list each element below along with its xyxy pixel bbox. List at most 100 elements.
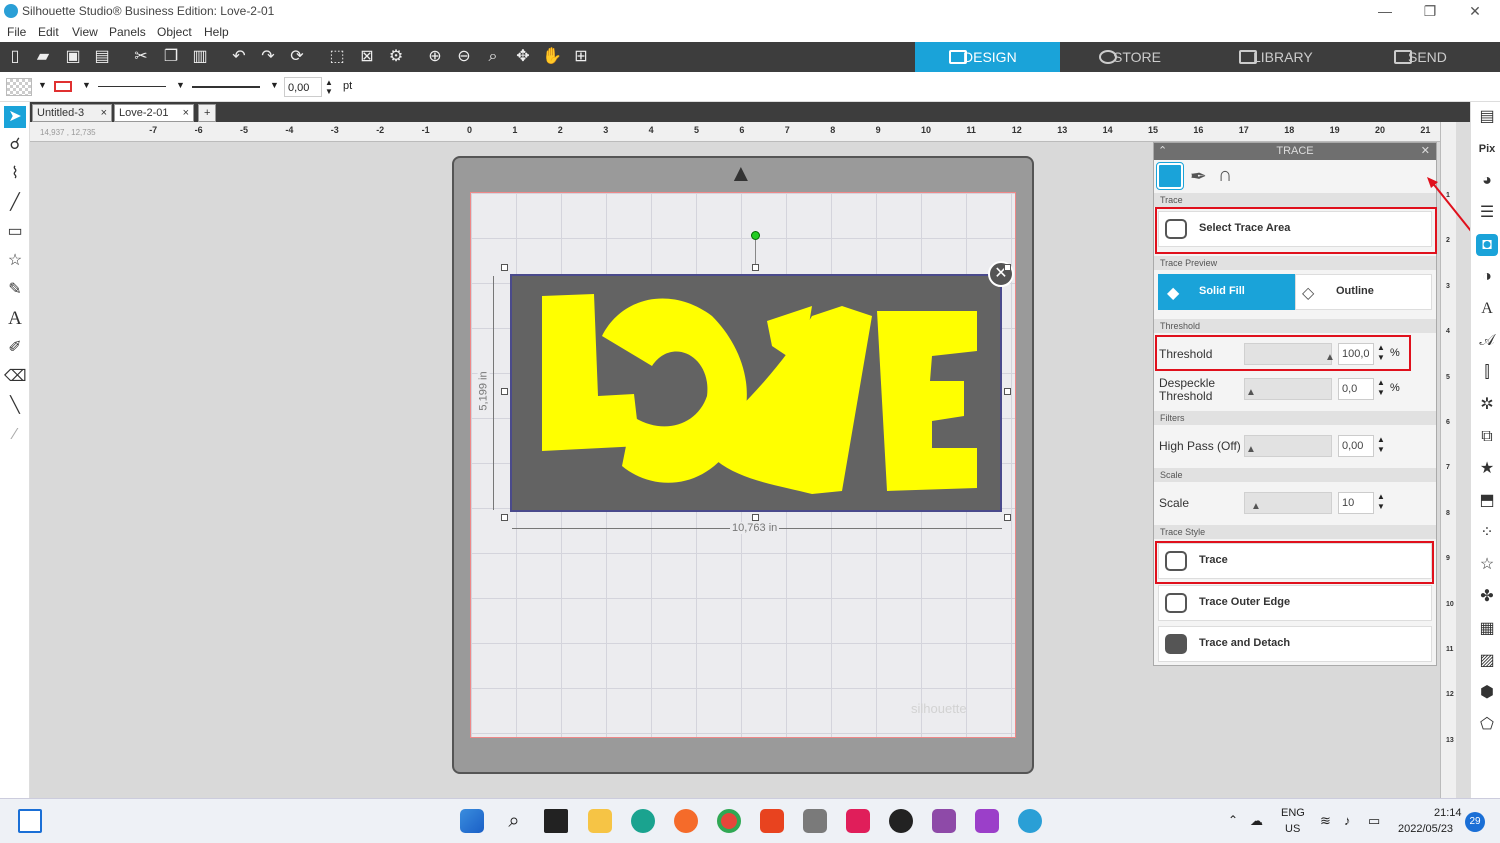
resize-handle[interactable] [752, 264, 759, 271]
hatch-icon[interactable]: ▨ [1476, 650, 1498, 672]
traced-image[interactable]: LOVE [510, 274, 1002, 512]
eraser-icon[interactable]: ⌫ [4, 366, 27, 388]
menu-file[interactable]: File [7, 25, 26, 39]
doc-tab-untitled-3[interactable]: Untitled-3 × [32, 104, 112, 122]
line-style-icon[interactable]: ☰ [1476, 202, 1498, 224]
align-icon[interactable]: ⫿ [1476, 362, 1498, 384]
silhouette-taskbar-icon[interactable] [1018, 809, 1042, 833]
knife-cut-icon[interactable]: ╲ [4, 395, 26, 417]
doc-tab-love-2-01[interactable]: Love-2-01 × [114, 104, 194, 122]
menu-view[interactable]: View [72, 25, 98, 39]
tab-store[interactable]: STORE [1065, 42, 1210, 72]
photos-icon[interactable] [932, 809, 956, 833]
pixscan-icon[interactable]: Pix [1476, 138, 1498, 160]
edit-points-icon[interactable]: ☌ [4, 134, 26, 156]
despeckle-input[interactable]: 0,0 [1338, 378, 1374, 400]
close-tab-icon[interactable]: × [183, 105, 189, 121]
slider-thumb[interactable]: ▲ [1246, 387, 1256, 398]
offset-icon[interactable]: ★ [1476, 458, 1498, 480]
add-tab-button[interactable]: + [198, 104, 216, 122]
line-color-swatch[interactable] [54, 81, 72, 92]
resize-handle[interactable] [1004, 514, 1011, 521]
clock-time[interactable]: 21:14 [1434, 807, 1462, 819]
line-weight-preview[interactable] [192, 86, 260, 88]
restore-button[interactable]: ❐ [1415, 2, 1445, 20]
close-tab-icon[interactable]: × [101, 105, 107, 121]
redo-icon[interactable]: ↷ [257, 47, 279, 67]
calculator-icon[interactable] [803, 809, 827, 833]
menu-edit[interactable]: Edit [38, 25, 59, 39]
stepper-icon[interactable]: ▲ ▼ [1377, 492, 1385, 512]
zoom-in-icon[interactable]: ⊕ [424, 47, 446, 67]
drag-view-icon[interactable]: ✥ [512, 47, 534, 67]
line-tool-icon[interactable]: ╱ [4, 192, 26, 214]
chevron-down-icon[interactable]: ▼ [176, 80, 185, 90]
rhinestone-icon[interactable]: ⁘ [1476, 522, 1498, 544]
high-pass-slider[interactable]: ▲ [1244, 435, 1332, 457]
trace-mode-icon[interactable] [1156, 162, 1184, 190]
line-style-preview[interactable] [98, 86, 166, 87]
resize-handle[interactable] [501, 388, 508, 395]
polygon-tool-icon[interactable]: ☆ [4, 250, 26, 272]
pointer-icon[interactable]: ➤ [4, 106, 26, 128]
print-icon[interactable]: ▤ [91, 47, 113, 67]
preview-solid-fill-button[interactable]: ◆ Solid Fill [1158, 274, 1295, 310]
widgets-icon[interactable] [18, 809, 42, 833]
eyedropper-trace-icon[interactable]: ✒ [1190, 164, 1207, 189]
slider-thumb[interactable]: ▲ [1251, 501, 1261, 512]
menu-help[interactable]: Help [204, 25, 229, 39]
redraw-icon[interactable]: ⟳ [286, 47, 308, 67]
magnet-trace-icon[interactable]: ∩ [1218, 164, 1232, 187]
line-width-input[interactable]: 0,00 [284, 77, 322, 97]
offset-star-icon[interactable]: ☆ [1476, 554, 1498, 576]
menu-panels[interactable]: Panels [109, 25, 146, 39]
save-icon[interactable]: ▣ [62, 47, 84, 67]
resize-handle[interactable] [752, 514, 759, 521]
stepper-icon[interactable]: ▲ ▼ [325, 78, 333, 96]
undo-icon[interactable]: ↶ [228, 47, 250, 67]
scale-slider[interactable]: ▲ [1244, 492, 1332, 514]
open-folder-icon[interactable]: ▰ [32, 47, 54, 67]
collapse-icon[interactable]: ⌃ [1158, 143, 1167, 160]
stepper-icon[interactable]: ▲ ▼ [1377, 435, 1385, 455]
knife-icon[interactable]: ⌇ [4, 163, 26, 185]
eyedropper-icon[interactable]: ⁄ [4, 424, 26, 446]
close-button[interactable]: ✕ [1460, 2, 1490, 20]
resize-handle[interactable] [501, 514, 508, 521]
tray-chevron-icon[interactable]: ⌃ [1228, 813, 1238, 827]
new-file-icon[interactable]: ▯ [4, 47, 26, 67]
cut-icon[interactable]: ✂ [130, 47, 152, 67]
windows-start-icon[interactable] [460, 809, 484, 833]
affinity-icon[interactable] [975, 809, 999, 833]
pen-panel-icon[interactable]: ⬠ [1476, 714, 1498, 736]
text-style-icon[interactable]: A [1476, 298, 1498, 320]
panel-close-icon[interactable]: ✕ [1421, 143, 1430, 160]
page-setup-icon[interactable]: ▤ [1476, 106, 1498, 128]
deselect-icon[interactable]: ⊠ [356, 47, 378, 67]
paste-icon[interactable]: ▥ [189, 47, 211, 67]
chrome-icon[interactable] [717, 809, 741, 833]
despeckle-slider[interactable]: ▲ [1244, 378, 1332, 400]
replicate-icon[interactable]: ⧉ [1476, 426, 1498, 448]
minimize-button[interactable]: — [1370, 2, 1400, 20]
battery-icon[interactable]: ▭ [1368, 813, 1380, 829]
trace-outer-edge-button[interactable]: Trace Outer Edge [1158, 585, 1432, 621]
zoom-select-icon[interactable]: ⌕ [482, 47, 504, 67]
chevron-down-icon[interactable]: ▼ [82, 80, 91, 90]
search-icon[interactable]: ⌕ [502, 809, 526, 833]
tab-design[interactable]: DESIGN [915, 42, 1060, 72]
sketch-panel-icon[interactable]: 𝒜 [1476, 330, 1498, 352]
transparency-icon[interactable]: ◑ [1476, 266, 1498, 288]
stepper-icon[interactable]: ▲ ▼ [1377, 378, 1385, 398]
resize-handle[interactable] [501, 264, 508, 271]
firefox-icon[interactable] [674, 809, 698, 833]
slack-icon[interactable] [846, 809, 870, 833]
trace-and-detach-button[interactable]: Trace and Detach [1158, 626, 1432, 662]
onedrive-icon[interactable]: ☁ [1250, 813, 1263, 829]
resize-handle[interactable] [1004, 388, 1011, 395]
library-panel-icon[interactable]: ▦ [1476, 618, 1498, 640]
transform-icon[interactable]: ✲ [1476, 394, 1498, 416]
tab-library[interactable]: LIBRARY [1205, 42, 1350, 72]
text-tool-icon[interactable]: A [4, 308, 26, 330]
file-explorer-icon[interactable] [588, 809, 612, 833]
